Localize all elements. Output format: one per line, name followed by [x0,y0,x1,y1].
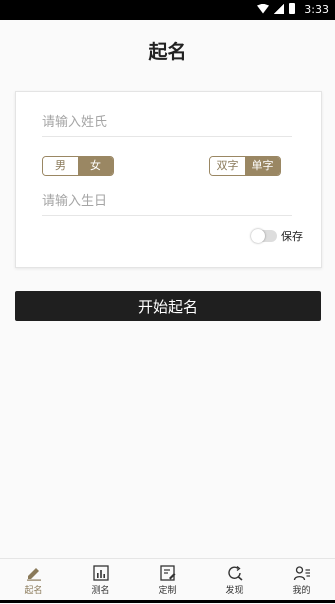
edit-doc-icon [159,565,175,581]
tab-label: 起名 [24,586,43,596]
save-switch[interactable]: 保存 [251,228,303,244]
gender-female-option[interactable]: 女 [78,157,113,175]
birthday-input[interactable] [42,187,292,216]
tab-discover[interactable]: 发现 [201,559,268,604]
wifi-icon [257,3,269,14]
signal-icon [274,3,284,14]
single-char-option[interactable]: 单字 [245,157,280,175]
chart-icon [92,565,109,581]
double-char-option[interactable]: 双字 [210,157,245,175]
status-bar: 3:33 [0,0,335,20]
surname-input[interactable] [42,108,292,137]
gender-toggle: 男 女 [42,156,114,176]
save-toggle[interactable] [251,229,277,243]
name-form-card: 男 女 双字 单字 保存 [15,91,322,268]
tab-label: 测名 [91,586,110,596]
status-icons [257,3,295,14]
tab-label: 发现 [225,586,244,596]
start-naming-button[interactable]: 开始起名 [15,291,321,321]
tab-test-name[interactable]: 测名 [67,559,134,604]
tab-label: 定制 [158,586,177,596]
bottom-tab-bar: 起名 测名 定制 发现 我的 [0,558,335,604]
gender-male-option[interactable]: 男 [43,157,78,175]
refresh-search-icon [227,565,243,581]
tab-mine[interactable]: 我的 [268,559,335,604]
tab-label: 我的 [292,586,311,596]
page-title: 起名 [148,41,187,63]
tab-custom[interactable]: 定制 [134,559,201,604]
status-time: 3:33 [304,3,329,16]
battery-icon [289,3,295,14]
user-list-icon [293,566,310,581]
save-label: 保存 [281,230,303,243]
name-length-toggle: 双字 单字 [209,156,281,176]
tab-naming[interactable]: 起名 [0,559,67,604]
pen-icon [26,568,41,581]
